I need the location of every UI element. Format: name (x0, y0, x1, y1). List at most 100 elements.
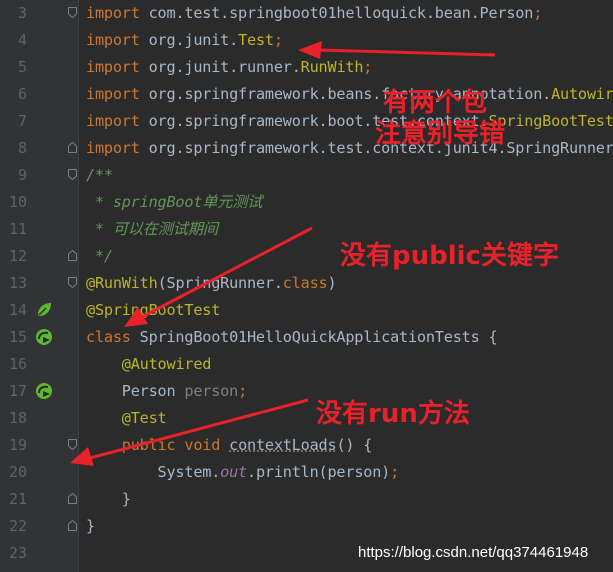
fold-open-icon[interactable] (68, 277, 77, 288)
code-line[interactable]: 14 @SpringBootTest (0, 297, 613, 324)
code-line[interactable]: 10 * springBoot单元测试 (0, 189, 613, 216)
spring-bean-icon[interactable] (34, 300, 54, 320)
line-number: 16 (8, 355, 27, 373)
code-text: import org.springframework.beans.factory… (86, 81, 613, 108)
line-number: 12 (8, 247, 27, 265)
line-number: 22 (8, 517, 27, 535)
code-line[interactable]: 13 @RunWith(SpringRunner.class) (0, 270, 613, 297)
code-token: ; (238, 382, 248, 400)
code-line[interactable]: 16 @Autowired (0, 351, 613, 378)
code-token: import (86, 4, 140, 22)
code-text: * springBoot单元测试 (86, 189, 262, 216)
code-token: org.junit.runner. (139, 58, 301, 76)
line-number: 21 (8, 490, 27, 508)
run-test-method-icon[interactable] (34, 381, 54, 401)
code-token: SpringBootTest (488, 112, 613, 130)
note-no-run-method: 没有run方法 (316, 399, 470, 429)
code-token: import (86, 112, 140, 130)
code-token: @RunWith (86, 274, 158, 292)
code-token: Test (238, 31, 274, 49)
code-token: System. (86, 463, 221, 481)
code-line[interactable]: 5 import org.junit.runner.RunWith; (0, 54, 613, 81)
code-token: ; (390, 463, 400, 481)
code-token: * 可以在测试期间 (86, 220, 218, 238)
code-token: Autowired (551, 85, 613, 103)
line-number: 18 (8, 409, 27, 427)
code-text: @SpringBootTest (86, 297, 220, 324)
fold-open-icon[interactable] (68, 169, 77, 180)
code-line[interactable]: 4 import org.junit.Test; (0, 27, 613, 54)
code-token: } (86, 517, 95, 535)
code-line[interactable]: 17 Person person; (0, 378, 613, 405)
code-line[interactable]: 18 @Test (0, 405, 613, 432)
code-token: ) (327, 274, 337, 292)
line-number: 6 (17, 85, 27, 103)
code-token: .println(person) (247, 463, 391, 481)
run-test-class-icon[interactable] (34, 327, 54, 347)
line-number: 17 (8, 382, 27, 400)
code-token: ; (273, 31, 283, 49)
line-number: 19 (8, 436, 27, 454)
line-number: 10 (8, 193, 27, 211)
code-line[interactable]: 19 public void contextLoads() { (0, 432, 613, 459)
code-token: (SpringRunner. (157, 274, 283, 292)
code-token: contextLoads (229, 436, 337, 454)
code-line[interactable]: 6 import org.springframework.beans.factor… (0, 81, 613, 108)
code-text: /** (86, 162, 113, 189)
code-text: import org.springframework.boot.test.con… (86, 108, 613, 135)
code-token: org.junit. (139, 31, 239, 49)
code-text: } (86, 513, 95, 540)
fold-close-icon[interactable] (68, 142, 77, 153)
code-text: import org.junit.Test; (86, 27, 283, 54)
code-text: */ (86, 243, 113, 270)
code-token: import (86, 139, 140, 157)
watermark: https://blog.csdn.net/qq374461948 (358, 544, 589, 561)
fold-open-icon[interactable] (68, 7, 77, 18)
note-no-public-keyword: 没有public关键字 (340, 241, 559, 271)
line-number: 23 (8, 544, 27, 562)
code-token: out (220, 463, 247, 481)
code-line[interactable]: 15 class SpringBoot01HelloQuickApplicatio… (0, 324, 613, 351)
fold-open-icon[interactable] (68, 439, 77, 450)
code-token: * springBoot单元测试 (86, 193, 263, 211)
fold-close-icon[interactable] (68, 250, 77, 261)
code-token: public void (121, 436, 221, 454)
fold-close-icon[interactable] (68, 493, 77, 504)
code-token: class (86, 328, 131, 346)
code-line[interactable]: 3 import com.test.springboot01helloquick.… (0, 0, 613, 27)
code-text: import org.springframework.test.context.… (86, 135, 613, 162)
code-text: @RunWith(SpringRunner.class) (86, 270, 337, 297)
code-text: System.out.println(person); (86, 459, 400, 486)
line-number: 7 (17, 112, 27, 130)
code-text: } (86, 486, 131, 513)
code-token: () { (336, 436, 373, 454)
line-number: 14 (8, 301, 27, 319)
code-token: } (86, 490, 131, 508)
line-number: 20 (8, 463, 27, 481)
code-token: RunWith (300, 58, 364, 76)
code-text: import org.junit.runner.RunWith; (86, 54, 372, 81)
code-line[interactable]: 9 /** (0, 162, 613, 189)
code-token: SpringBoot01HelloQuickApplicationTests { (130, 328, 498, 346)
fold-close-icon[interactable] (68, 520, 77, 531)
code-line[interactable]: 20 System.out.println(person); (0, 459, 613, 486)
code-token: ; (363, 58, 373, 76)
code-token: com.test.springboot01helloquick.bean.Per… (139, 4, 534, 22)
code-line[interactable]: 21 } (0, 486, 613, 513)
code-token: import (86, 85, 140, 103)
line-number: 3 (17, 4, 27, 22)
line-number: 5 (17, 58, 27, 76)
code-token: ; (533, 4, 543, 22)
code-token: person (184, 382, 239, 400)
code-text: Person person; (86, 378, 247, 405)
code-text: import com.test.springboot01helloquick.b… (86, 0, 542, 27)
code-token: import (86, 31, 140, 49)
code-text: public void contextLoads() { (86, 432, 373, 459)
code-line[interactable]: 7 import org.springframework.boot.test.co… (0, 108, 613, 135)
code-token: @Autowired (121, 355, 212, 373)
code-token: import (86, 58, 140, 76)
code-line[interactable]: 22} (0, 513, 613, 540)
code-line[interactable]: 8 import org.springframework.test.context… (0, 135, 613, 162)
